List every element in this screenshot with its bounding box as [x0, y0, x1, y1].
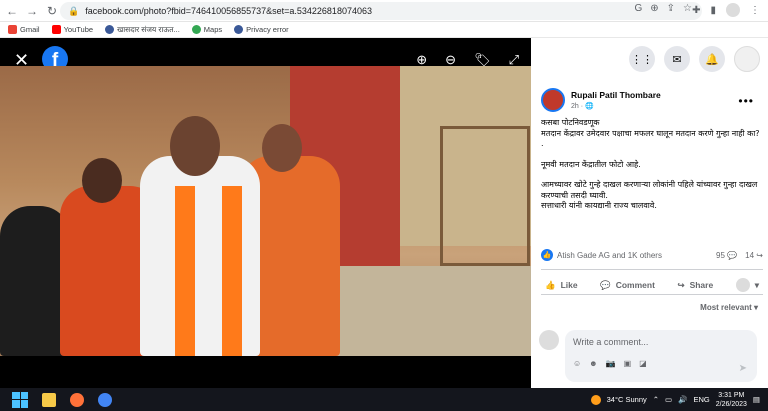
post-time[interactable]: 2h · — [571, 103, 583, 110]
like-button[interactable]: 👍 Like — [541, 276, 582, 294]
clock[interactable]: 3:31 PM 2/26/2023 — [716, 391, 747, 409]
wordpress-icon — [234, 25, 244, 34]
bookmark-sanjay-raut[interactable]: खासदार संजय राऊत... — [105, 25, 180, 35]
browser-toolbar: ← → ↻ 🔒 facebook.com/photo?fbid=74641005… — [0, 0, 768, 22]
shares-count[interactable]: 14 ↪ — [745, 251, 763, 260]
post-line: नूमवी मतदान केंद्रातील फोटो आहे. — [541, 159, 641, 169]
share-icon[interactable]: ⇪ — [667, 3, 675, 14]
comment-icon: 💬 — [600, 279, 611, 290]
audience-selector[interactable]: ▾ — [732, 276, 763, 294]
photo-scarf — [222, 186, 242, 356]
comment-button[interactable]: 💬 Comment — [596, 276, 659, 294]
author-avatar[interactable] — [541, 88, 565, 112]
sidebar-icon[interactable]: ▮ — [710, 5, 716, 16]
back-icon[interactable]: ← — [4, 3, 20, 19]
comment-sort[interactable]: Most relevant ▾ — [700, 303, 758, 312]
post-line: आमच्यावर खोटे गुन्हे दाखल करणाऱ्या लोकां… — [541, 180, 758, 200]
lock-icon: 🔒 — [68, 5, 80, 16]
account-avatar[interactable] — [734, 46, 760, 72]
reactions-summary[interactable]: Atish Gade AG and 1K others — [557, 251, 662, 260]
photo-scarf — [175, 186, 195, 356]
wordpress-icon — [105, 25, 115, 34]
firefox-icon[interactable] — [70, 392, 84, 407]
star-icon[interactable]: ☆ — [683, 3, 692, 14]
network-icon[interactable]: ▭ — [665, 395, 672, 404]
volume-icon[interactable]: 🔊 — [678, 395, 687, 404]
audience-avatar — [735, 278, 750, 292]
bookmark-maps[interactable]: Maps — [191, 25, 222, 34]
user-avatar — [539, 330, 559, 350]
weather-icon — [590, 394, 601, 405]
profile-avatar[interactable] — [726, 3, 740, 17]
photo-person-head — [170, 116, 220, 176]
menu-icon[interactable]: ⋮ — [750, 5, 760, 16]
globe-icon: 🌐 — [585, 103, 594, 110]
maps-icon — [191, 25, 201, 34]
clock-date: 2/26/2023 — [715, 400, 747, 408]
post-photo[interactable] — [0, 66, 531, 356]
divider — [541, 294, 763, 295]
language-indicator[interactable]: ENG — [693, 395, 709, 404]
sticker-icon[interactable]: ◪ — [639, 359, 647, 368]
post-header: Rupali Patil Thombare 2h · 🌐 — [541, 88, 661, 112]
messenger-icon[interactable]: ✉ — [664, 46, 690, 72]
like-icon: 👍 — [545, 279, 556, 290]
comments-count[interactable]: 95 💬 — [716, 251, 737, 260]
post-text: कसबा पोटनिवडणूक मतदान केंद्रावर उमेदवार … — [541, 118, 763, 222]
reload-icon[interactable]: ↻ — [44, 3, 60, 19]
zoom-icon[interactable]: ⊕ — [650, 3, 658, 14]
menu-grid-icon[interactable]: ⋮⋮ — [629, 46, 655, 72]
photo-viewer: ✕ f ⊕ ⊖ 🏷 ⤢ — [0, 38, 531, 388]
action-bar: 👍 Like 💬 Comment ↪ Share ▾ — [541, 276, 763, 294]
photo-person — [140, 156, 260, 356]
notification-icon[interactable]: ▤ — [753, 395, 760, 404]
like-reaction-icon: 👍 — [541, 249, 553, 261]
google-icon[interactable]: G — [634, 3, 642, 14]
share-icon: ↪ — [756, 250, 763, 260]
share-button[interactable]: ↪ Share — [673, 276, 717, 294]
address-bar[interactable]: 🔒 facebook.com/photo?fbid=74641005685573… — [60, 2, 702, 20]
photo-person-head — [82, 158, 122, 203]
comment-composer: Write a comment... ☺ ☻ 📷 ▣ ◪ ➤ — [539, 330, 757, 382]
reactions-bar: 👍 Atish Gade AG and 1K others 95 💬 14 ↪ — [541, 249, 763, 261]
url-text: facebook.com/photo?fbid=746410056855737&… — [85, 6, 372, 16]
comment-input[interactable]: Write a comment... ☺ ☻ 📷 ▣ ◪ ➤ — [565, 330, 757, 382]
post-line: मतदान केंद्रावर उमेदवार पक्षाचा मफलर घाल… — [541, 128, 760, 149]
post-panel: ⋮⋮ ✉ 🔔 Rupali Patil Thombare 2h · 🌐 ••• … — [531, 38, 768, 388]
bookmark-youtube[interactable]: YouTube — [51, 25, 93, 34]
emoji-icon[interactable]: ☻ — [589, 359, 597, 368]
chevron-down-icon: ▾ — [753, 303, 758, 312]
clock-time: 3:31 PM — [718, 391, 745, 399]
post-line: कसबा पोटनिवडणूक — [541, 118, 600, 127]
avatar-sticker-icon[interactable]: ☺ — [573, 359, 581, 368]
extensions-icon[interactable]: ✚ — [692, 5, 700, 16]
author-name[interactable]: Rupali Patil Thombare — [571, 90, 661, 100]
gif-icon[interactable]: ▣ — [624, 359, 632, 368]
camera-icon[interactable]: 📷 — [606, 359, 616, 368]
photo-gate — [440, 126, 530, 266]
share-icon: ↪ — [677, 279, 685, 290]
tray-chevron-icon[interactable]: ⌃ — [653, 395, 659, 404]
bookmark-gmail[interactable]: Gmail — [8, 25, 40, 34]
gmail-icon — [8, 25, 17, 34]
chrome-icon[interactable] — [98, 392, 112, 407]
notifications-icon[interactable]: 🔔 — [699, 46, 725, 72]
send-icon[interactable]: ➤ — [739, 363, 747, 374]
taskbar: 34°C Sunny ⌃ ▭ 🔊 ENG 3:31 PM 2/26/2023 ▤ — [0, 388, 768, 411]
youtube-icon — [51, 25, 61, 34]
bookmarks-bar: Gmail YouTube खासदार संजय राऊत... Maps P… — [0, 22, 768, 38]
photo-person-head — [262, 124, 302, 172]
bookmark-privacy-error[interactable]: Privacy error — [234, 25, 289, 34]
forward-icon[interactable]: → — [24, 3, 40, 19]
divider — [541, 269, 763, 270]
post-line: सत्ताधारी यांनी कायद्यानी राज्य चालवावे. — [541, 201, 657, 210]
comment-icon: 💬 — [727, 250, 738, 260]
more-options-icon[interactable]: ••• — [738, 94, 754, 108]
weather-text[interactable]: 34°C Sunny — [607, 395, 647, 404]
windows-start-icon[interactable] — [12, 391, 28, 408]
file-explorer-icon[interactable] — [42, 392, 56, 407]
chevron-down-icon: ▾ — [754, 279, 759, 290]
